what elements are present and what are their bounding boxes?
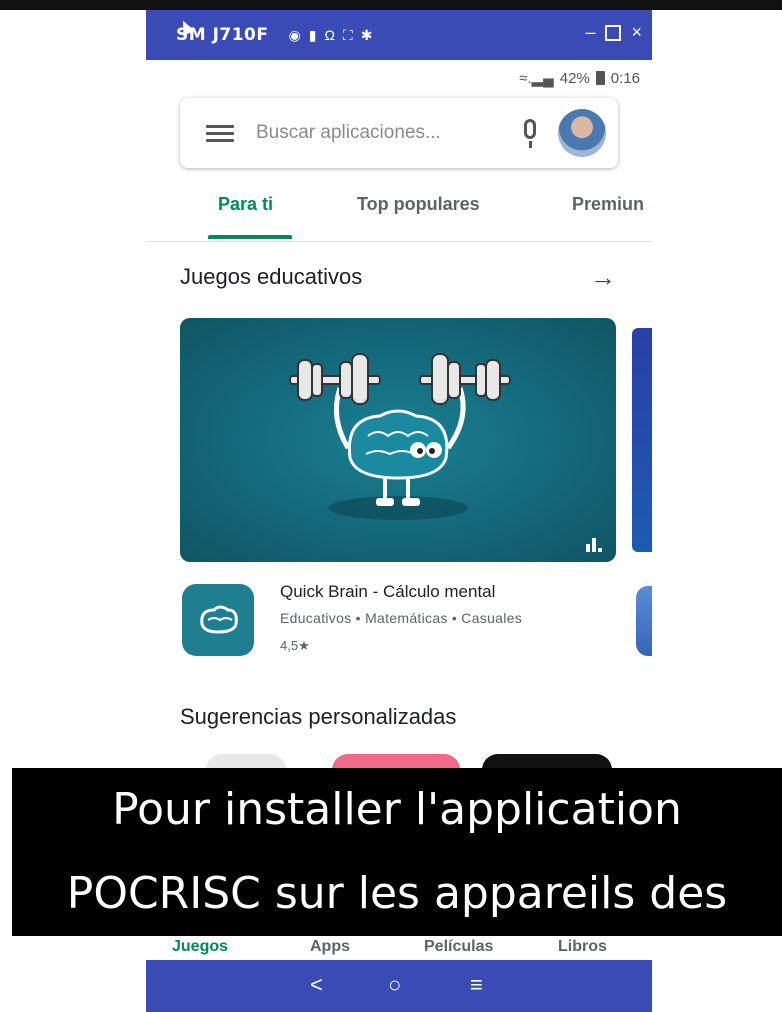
search-bar[interactable]: Buscar aplicaciones... [180,98,618,168]
android-navigation-bar: < ○ ≡ [146,960,652,1012]
subtitle-line-1: Pour installer l'application [112,784,682,835]
search-input[interactable]: Buscar aplicaciones... [256,122,510,144]
settings-icon[interactable]: ✱ [361,27,373,44]
subtitle-line-2: POCRISC sur les appareils des [66,868,728,919]
android-status-bar: ≈.▂▄ 42% 0:16 [146,60,652,96]
arrow-right-icon[interactable]: → [590,262,616,293]
battery-icon [595,71,605,85]
titlebar-icons: ◉ ▮ Ω ⛶ ✱ [289,27,373,44]
window-controls: – × [585,22,642,43]
nav-libros[interactable]: Libros [558,938,607,956]
avatar[interactable] [558,109,606,157]
microphone-icon[interactable] [510,113,550,153]
app-title[interactable]: Quick Brain - Cálculo mental [280,582,495,602]
app-categories: Educativos • Matemáticas • Casuales [280,610,523,626]
app-rating: 4,5★ [280,638,310,653]
back-button[interactable]: < [310,972,323,998]
next-app-icon-peek[interactable] [636,586,652,656]
wifi-signal-icon: ≈.▂▄ [519,70,554,87]
headset-icon[interactable]: Ω [324,27,334,44]
maximize-icon[interactable] [605,24,622,41]
stats-icon [586,538,602,552]
section-title-juegos-educativos[interactable]: Juegos educativos [180,264,362,290]
brain-lifting-weights-illustration [289,353,511,520]
tab-top-populares[interactable]: Top populares [357,194,480,215]
video-subtitle: Pour installer l'application POCRISC sur… [12,768,782,936]
video-top-edge [0,0,782,10]
next-banner-peek[interactable] [632,328,652,552]
nav-apps[interactable]: Apps [310,938,350,956]
section-title-sugerencias[interactable]: Sugerencias personalizadas [180,704,456,730]
close-icon[interactable]: × [631,22,642,43]
category-tabs: Para ti Top populares Premiun [146,182,652,242]
clock: 0:16 [610,69,640,87]
camera-icon[interactable]: ◉ [289,27,301,44]
nav-juegos[interactable]: Juegos [172,938,228,956]
video-icon[interactable]: ▮ [309,27,317,44]
menu-icon[interactable] [206,121,234,146]
battery-percent: 42% [559,69,590,87]
brain-icon [200,605,238,634]
tab-premium[interactable]: Premiun [572,194,644,215]
home-button[interactable]: ○ [388,972,401,998]
tab-para-ti[interactable]: Para ti [218,194,273,215]
recents-button[interactable]: ≡ [470,972,483,998]
minimize-icon[interactable]: – [585,22,595,43]
nav-peliculas[interactable]: Películas [424,938,493,956]
fullscreen-icon[interactable]: ⛶ [343,27,353,44]
mirror-window-titlebar: SM J710F ◉ ▮ Ω ⛶ ✱ – × [146,10,652,60]
active-tab-indicator [208,235,292,239]
featured-banner[interactable] [180,318,616,562]
app-icon-quick-brain[interactable] [182,584,254,656]
